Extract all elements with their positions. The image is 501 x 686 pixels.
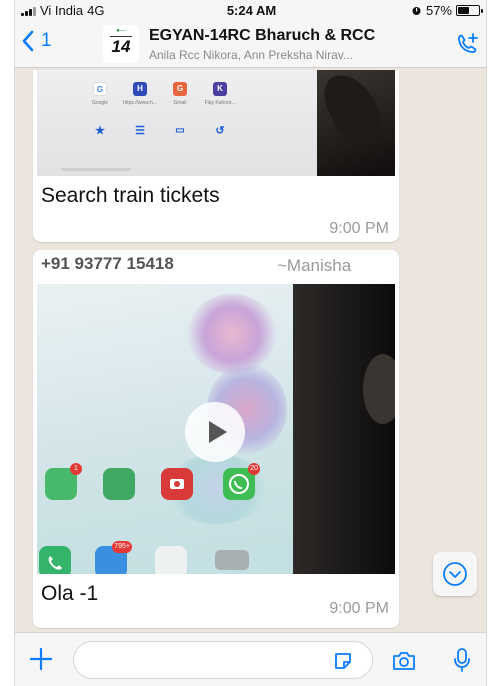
tabs-icon: ▭ xyxy=(175,125,185,136)
chevron-down-icon xyxy=(443,562,467,586)
camera-icon[interactable] xyxy=(391,649,417,673)
scroll-down-button[interactable] xyxy=(433,552,477,596)
battery-icon xyxy=(456,5,483,16)
app-shortcut: G xyxy=(93,82,107,96)
chat-title[interactable]: EGYAN-14RC Bharuch & RCC xyxy=(149,27,375,45)
app-label: Gmail xyxy=(173,100,187,106)
notification-badge: 795+ xyxy=(112,541,132,553)
message-time: 9:00 PM xyxy=(329,220,389,237)
message-video[interactable]: 1 20 795+ xyxy=(37,284,395,574)
back-button[interactable]: 1 xyxy=(21,30,52,52)
status-right: 57% xyxy=(411,3,483,18)
message-caption: Ola -1 xyxy=(41,582,99,605)
app-shortcut: K xyxy=(213,82,227,96)
message-image[interactable]: G H G K Google https://www.h... Gmail Fl… xyxy=(37,70,395,176)
notification-badge: 20 xyxy=(248,463,260,475)
back-count: 1 xyxy=(41,30,52,51)
app-label: https://www.h... xyxy=(123,100,157,106)
app-shortcut: H xyxy=(133,82,147,96)
avatar-number: 14 xyxy=(111,37,131,56)
sender-name: ~Manisha xyxy=(277,256,352,275)
app-icon-folder: 1 xyxy=(45,463,82,500)
message-input[interactable] xyxy=(73,641,373,679)
history-icon: ↺ xyxy=(215,125,225,137)
message-bubble[interactable]: +91 93777 15418 ~Manisha 1 20 795+ Ola -… xyxy=(33,250,399,628)
sender-phone[interactable]: +91 93777 15418 xyxy=(41,254,174,274)
chat-header: 1 ●— 14 EGYAN-14RC Bharuch & RCC Anila R… xyxy=(15,20,486,68)
play-icon[interactable] xyxy=(185,402,245,462)
app-icon-messages: 795+ xyxy=(95,541,132,574)
app-icon-dock xyxy=(215,550,249,570)
alarm-icon xyxy=(412,7,421,15)
app-shortcut: G xyxy=(173,82,187,96)
bookmark-icon: ★ xyxy=(95,125,105,137)
app-icon-folder xyxy=(155,546,187,574)
app-label: Flay Kahoot... xyxy=(204,100,236,106)
chat-participants[interactable]: Anila Rcc Nikora, Ann Preksha Nirav... xyxy=(149,48,353,62)
add-call-icon[interactable] xyxy=(454,32,480,58)
composer-bar xyxy=(15,632,486,686)
microphone-icon[interactable] xyxy=(453,647,471,673)
status-bar: Vi India 4G 5:24 AM 57% xyxy=(15,0,486,20)
app-label: Google xyxy=(91,100,109,106)
app-icon-whatsapp: 20 xyxy=(223,463,260,500)
app-icon-phone xyxy=(39,546,71,574)
app-icon-camera xyxy=(161,468,193,500)
list-icon: ☰ xyxy=(135,125,145,137)
app-icon-folder xyxy=(103,468,135,500)
chevron-left-icon xyxy=(22,30,34,52)
sticker-icon[interactable] xyxy=(332,650,354,672)
finger-shape xyxy=(363,354,395,424)
plus-icon[interactable] xyxy=(29,647,53,671)
group-avatar[interactable]: ●— 14 xyxy=(103,25,139,63)
message-bubble[interactable]: G H G K Google https://www.h... Gmail Fl… xyxy=(33,70,399,242)
message-time: 9:00 PM xyxy=(329,600,389,617)
notification-badge: 1 xyxy=(70,463,82,475)
avatar-mark: ●— xyxy=(116,28,126,34)
message-caption: Search train tickets xyxy=(41,184,220,207)
battery-percent: 57% xyxy=(425,3,452,18)
phone-frame: Vi India 4G 5:24 AM 57% 1 ●— 14 EGYAN-14… xyxy=(14,0,487,686)
